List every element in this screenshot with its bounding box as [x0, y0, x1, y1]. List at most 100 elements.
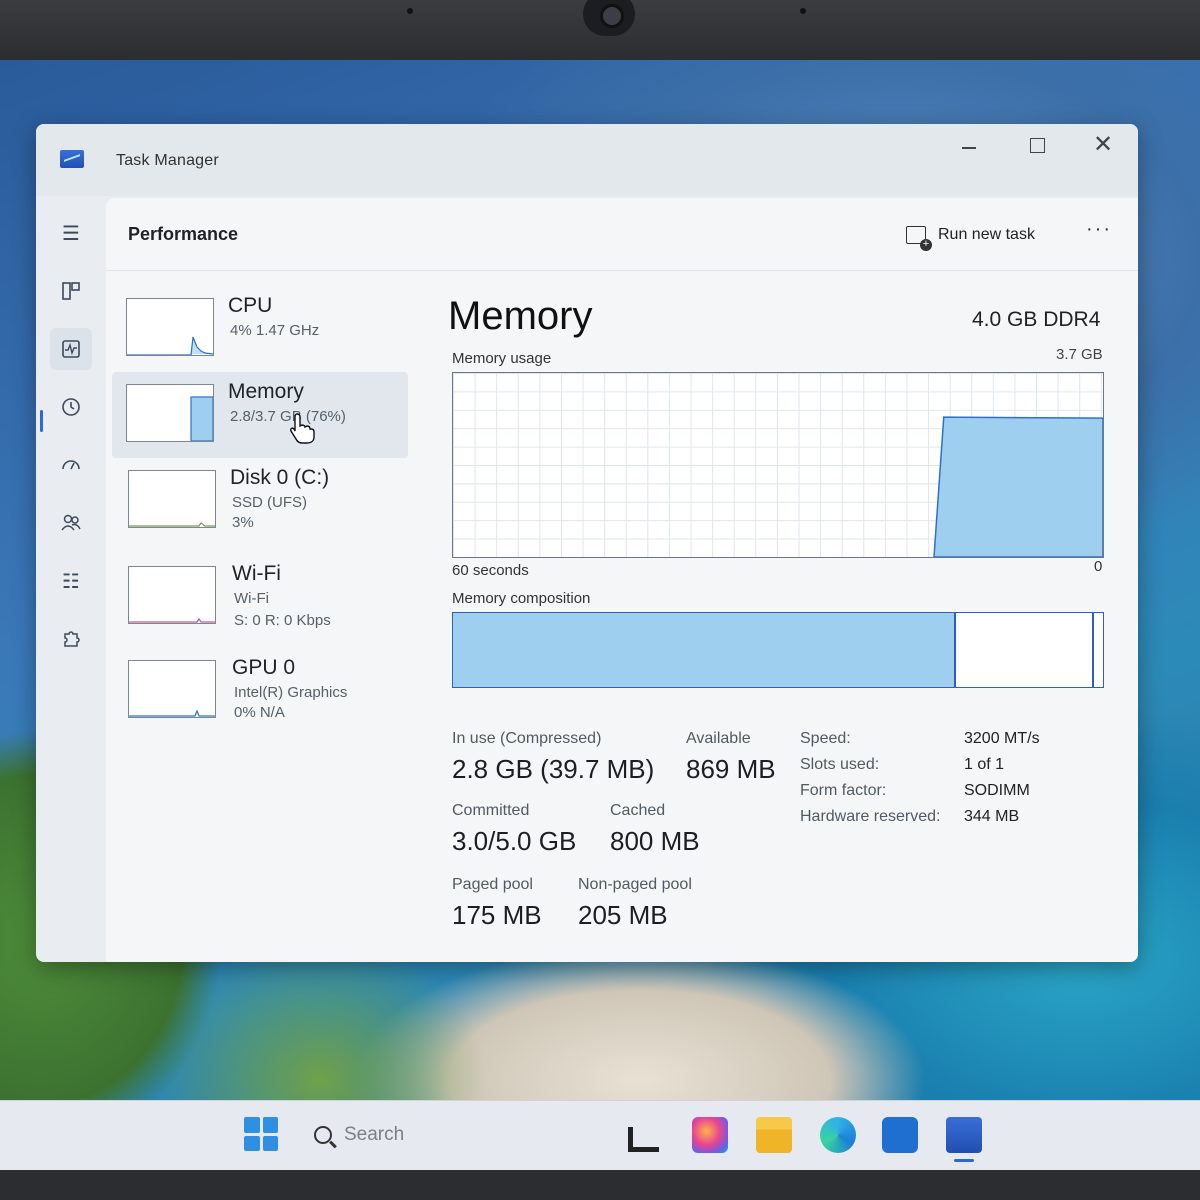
device-detail-2: 3% — [232, 514, 254, 531]
device-detail-2: S: 0 R: 0 Kbps — [234, 612, 331, 629]
windows-logo-pane — [262, 1135, 278, 1151]
running-app-indicator — [954, 1159, 974, 1162]
taskbar: Search — [0, 1100, 1200, 1171]
sensor-dot — [407, 8, 413, 14]
device-detail: SSD (UFS) — [232, 494, 307, 511]
usage-axis-time-label: 60 seconds — [452, 562, 529, 579]
stat-value: 869 MB — [686, 754, 776, 784]
history-icon — [62, 398, 80, 416]
nav-details[interactable]: ☷ — [50, 560, 92, 602]
stat-value: 800 MB — [610, 826, 700, 856]
memory-usage-label: Memory usage — [452, 350, 552, 367]
run-new-task-button[interactable]: Run new task — [906, 220, 1035, 251]
task-manager-taskbar-icon[interactable] — [946, 1117, 982, 1153]
hand-cursor-icon — [290, 413, 315, 444]
windows-logo-pane — [244, 1135, 260, 1151]
device-item-disk[interactable]: Disk 0 (C:) SSD (UFS) 3% — [112, 458, 408, 544]
memory-usage-graph — [452, 372, 1104, 558]
composition-standby-segment — [955, 613, 1094, 687]
title-bar[interactable]: Task Manager ✕ — [36, 124, 1138, 196]
device-name: GPU 0 — [232, 656, 296, 679]
file-explorer-icon[interactable] — [756, 1117, 792, 1153]
close-button[interactable]: ✕ — [1072, 128, 1134, 162]
disk-sparkline — [129, 522, 215, 527]
start-button[interactable] — [244, 1117, 278, 1151]
performance-icon — [62, 340, 80, 358]
more-options-button[interactable]: ··· — [1086, 218, 1112, 241]
memory-usage-area — [933, 416, 1103, 557]
laptop-bezel-top — [0, 0, 1200, 60]
windows-logo-pane — [262, 1117, 278, 1133]
nav-processes[interactable] — [50, 270, 92, 312]
memory-type: 4.0 GB DDR4 — [972, 308, 1101, 331]
run-new-task-label: Run new task — [938, 226, 1035, 243]
microsoft-store-icon[interactable] — [882, 1117, 918, 1153]
nav-startup-apps[interactable] — [50, 444, 92, 486]
stat-label: Available — [686, 730, 751, 747]
nav-services[interactable] — [50, 618, 92, 660]
page-title: Performance — [128, 224, 239, 244]
nav-users[interactable] — [50, 502, 92, 544]
device-name: Disk 0 (C:) — [230, 466, 330, 489]
stat-label: Cached — [610, 802, 666, 819]
laptop-bezel-bottom — [0, 1170, 1200, 1200]
device-item-gpu[interactable]: GPU 0 Intel(R) Graphics 0% N/A — [112, 648, 408, 734]
stat-cached: Cached 800 MB — [610, 802, 700, 857]
wifi-sparkline — [129, 617, 215, 623]
cpu-sparkline — [127, 336, 213, 355]
hamburger-menu-button[interactable]: ☰ — [50, 212, 92, 254]
windows-logo-pane — [244, 1117, 260, 1133]
device-detail: Wi-Fi — [234, 590, 269, 607]
nav-app-history[interactable] — [50, 386, 92, 428]
details-list-icon: ☷ — [62, 570, 80, 593]
edge-browser-icon[interactable] — [820, 1117, 856, 1153]
cpu-thumbnail-graph — [126, 298, 214, 356]
device-item-memory[interactable]: Memory 2.8/3.7 GB (76%) — [112, 372, 408, 458]
search-placeholder: Search — [344, 1124, 405, 1145]
users-icon — [61, 514, 81, 531]
nav-performance[interactable] — [50, 328, 92, 370]
memory-usage-fill — [933, 416, 1103, 557]
nav-active-indicator — [40, 410, 43, 432]
nav-rail: ☰ ☷ ⚙ — [36, 196, 106, 962]
copilot-icon[interactable] — [692, 1117, 728, 1153]
taskbar-search-box[interactable]: Search — [300, 1113, 614, 1157]
webcam — [583, 0, 635, 36]
device-item-cpu[interactable]: CPU 4% 1.47 GHz — [112, 286, 408, 372]
minimize-icon — [962, 147, 976, 149]
spec-key: Form factor: — [800, 782, 887, 799]
spec-key: Speed: — [800, 730, 851, 747]
performance-header: Performance Run new task ··· — [106, 198, 1138, 271]
close-icon: ✕ — [1092, 131, 1114, 158]
stat-paged-pool: Paged pool 175 MB — [452, 876, 542, 931]
disk-thumbnail-graph — [128, 470, 216, 528]
gpu-sparkline — [129, 709, 215, 717]
minimize-button[interactable] — [938, 128, 1000, 162]
spec-value: 344 MB — [964, 808, 1020, 825]
device-item-wifi[interactable]: Wi-Fi Wi-Fi S: 0 R: 0 Kbps — [112, 554, 408, 640]
device-detail: Intel(R) Graphics — [234, 684, 348, 701]
search-icon — [314, 1126, 332, 1144]
stat-value: 175 MB — [452, 900, 542, 930]
stat-available: Available 869 MB — [686, 730, 776, 785]
maximize-button[interactable] — [1006, 128, 1068, 162]
maximize-icon — [1029, 137, 1045, 153]
stat-value: 3.0/5.0 GB — [452, 826, 577, 856]
memory-composition-bar — [452, 612, 1104, 688]
device-name: Wi-Fi — [232, 562, 281, 585]
stat-value: 205 MB — [578, 900, 668, 930]
spec-key: Slots used: — [800, 756, 880, 773]
spec-value: 1 of 1 — [964, 756, 1005, 773]
stat-label: Paged pool — [452, 876, 533, 893]
stat-label: Committed — [452, 802, 530, 819]
device-name: CPU — [228, 294, 273, 317]
device-detail: 4% 1.47 GHz — [230, 322, 320, 339]
task-manager-app-icon — [60, 150, 84, 168]
task-view-icon[interactable] — [628, 1127, 659, 1152]
hamburger-icon: ☰ — [62, 222, 80, 245]
memory-sparkline — [190, 396, 213, 441]
detail-title: Memory — [448, 294, 593, 338]
composition-in-use-segment — [453, 613, 956, 687]
services-puzzle-icon — [64, 631, 80, 647]
spec-key: Hardware reserved: — [800, 808, 941, 825]
